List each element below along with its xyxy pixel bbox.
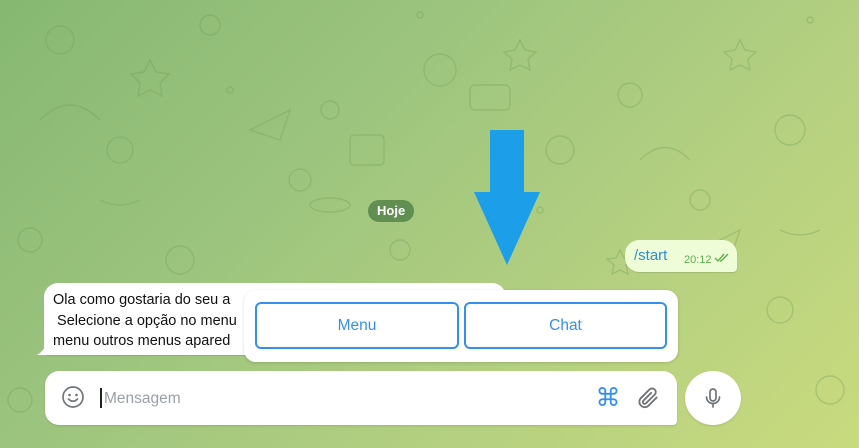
bubble-tail [37, 343, 47, 355]
record-voice-button[interactable] [685, 371, 741, 425]
message-composer: ⌘ [45, 371, 677, 425]
keyboard-button-chat[interactable]: Chat [464, 302, 667, 349]
reply-keyboard: Menu Chat [244, 290, 678, 362]
message-input[interactable] [102, 383, 576, 415]
keyboard-button-menu[interactable]: Menu [255, 302, 459, 349]
date-separator: Hoje [368, 200, 415, 222]
read-ticks-icon [714, 253, 729, 263]
outgoing-message-text[interactable]: /start [634, 247, 667, 264]
command-icon[interactable]: ⌘ [593, 383, 623, 413]
outgoing-message[interactable]: /start 20:12 [625, 240, 737, 272]
smiley-icon[interactable] [61, 385, 85, 409]
incoming-message-text[interactable]: Ola como gostaria do seu a Selecione a o… [53, 290, 237, 352]
message-time: 20:12 [684, 254, 712, 266]
annotation-arrow [474, 130, 540, 265]
paperclip-icon[interactable] [635, 385, 661, 411]
microphone-icon [705, 388, 721, 408]
